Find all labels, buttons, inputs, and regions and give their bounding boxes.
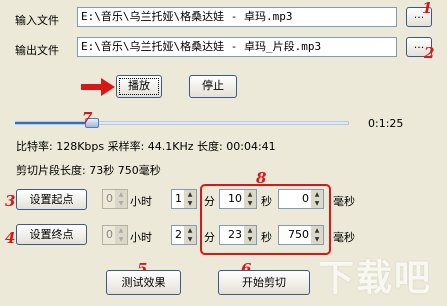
annotation-2: 2 <box>424 44 435 62</box>
start-hours-unit: 小时 <box>130 195 152 208</box>
end-minutes-unit: 分 <box>204 231 215 244</box>
end-minutes-spinner[interactable]: 2 ▲ ▼ <box>171 225 197 245</box>
annotation-1: 1 <box>422 0 433 17</box>
start-minutes-spinner[interactable]: 1 ▲ ▼ <box>171 189 197 209</box>
output-file-label: 输出文件 <box>15 44 59 57</box>
end-ms-unit: 毫秒 <box>333 231 355 244</box>
annotation-3: 3 <box>5 192 16 210</box>
test-effect-button[interactable]: 测试效果 <box>106 270 181 295</box>
annotation-8: 8 <box>256 169 267 187</box>
play-button[interactable]: 播放 <box>116 75 162 98</box>
slider-played-segment <box>15 122 92 124</box>
watermark-logo: 下载吧 <box>318 258 433 299</box>
clip-length-info: 剪切片段长度: 73秒 750毫秒 <box>16 164 161 177</box>
end-hours-unit: 小时 <box>130 231 152 244</box>
output-file-field[interactable]: E:\音乐\乌兰托娅\格桑达娃 - 卓玛_片段.mp3 <box>77 37 397 57</box>
stop-button[interactable]: 停止 <box>189 75 237 98</box>
progress-slider[interactable] <box>15 118 349 128</box>
start-seconds-unit: 秒 <box>261 195 272 208</box>
end-hours-spinner: 0 ▲ ▼ <box>102 225 128 245</box>
slider-time: 0:1:25 <box>368 117 404 130</box>
input-file-field[interactable]: E:\音乐\乌兰托娅\格桑达娃 - 卓玛.mp3 <box>77 7 397 27</box>
audio-info: 比特率: 128Kbps 采样率: 44.1KHz 长度: 00:04:41 <box>16 140 276 153</box>
red-arrow-icon <box>81 78 115 96</box>
input-file-label: 输入文件 <box>15 14 59 27</box>
start-hours-spinner: 0 ▲ ▼ <box>102 189 128 209</box>
end-ms-spinner[interactable]: 750 ▲ ▼ <box>278 225 324 245</box>
start-ms-unit: 毫秒 <box>333 195 355 208</box>
end-seconds-spinner[interactable]: 23 ▲ ▼ <box>219 225 257 245</box>
end-seconds-unit: 秒 <box>261 231 272 244</box>
set-end-button[interactable]: 设置终点 <box>16 224 87 245</box>
start-seconds-spinner[interactable]: 10 ▲ ▼ <box>219 189 257 209</box>
annotation-7: 7 <box>82 109 93 127</box>
set-start-button[interactable]: 设置起点 <box>16 189 87 210</box>
annotation-4: 4 <box>5 229 16 247</box>
start-cut-button[interactable]: 开始剪切 <box>218 270 310 295</box>
start-minutes-unit: 分 <box>204 195 215 208</box>
start-ms-spinner[interactable]: 0 ▲ ▼ <box>278 189 324 209</box>
